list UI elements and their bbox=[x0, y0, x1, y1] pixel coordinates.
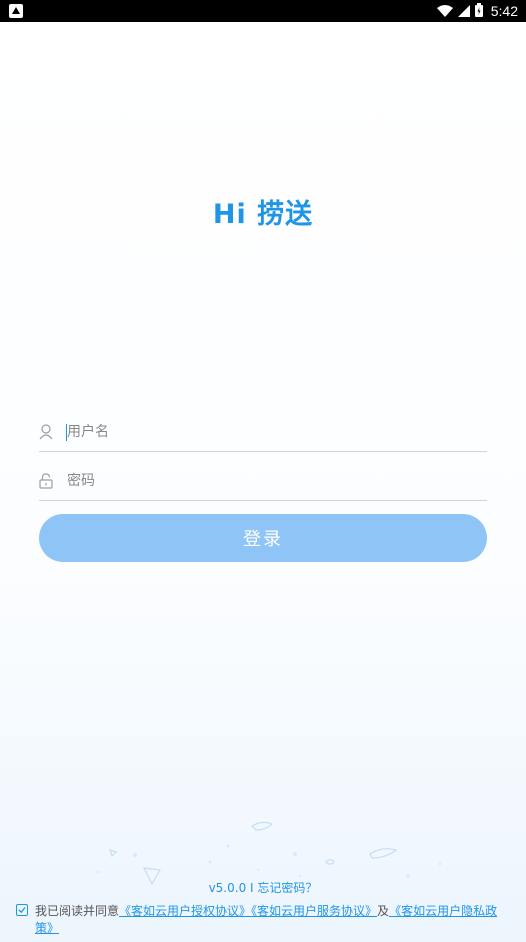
lock-icon bbox=[39, 473, 53, 489]
text-cursor bbox=[66, 424, 67, 441]
agreement-joiner: 及 bbox=[377, 904, 390, 918]
status-icons: 5:42 bbox=[436, 0, 518, 22]
status-bar: 5:42 bbox=[0, 0, 526, 22]
signal-icon bbox=[457, 2, 470, 21]
agreement-checkbox[interactable] bbox=[16, 904, 28, 916]
separator: I bbox=[250, 881, 254, 895]
version-label: v5.0.0 bbox=[208, 881, 247, 895]
checkmark-icon bbox=[18, 907, 26, 914]
password-input[interactable] bbox=[67, 468, 467, 494]
password-field[interactable] bbox=[39, 460, 487, 501]
agreement-text: 我已阅读并同意《客如云用户授权协议》《客如云用户服务协议》及《客如云用户隐私政策… bbox=[35, 903, 513, 937]
app-greeting: Hi 捞送 bbox=[212, 199, 314, 230]
auth-agreement-link[interactable]: 《客如云用户授权协议》 bbox=[119, 904, 251, 918]
agreement-prefix: 我已阅读并同意 bbox=[35, 904, 120, 918]
battery-icon bbox=[474, 2, 483, 21]
forgot-password-link[interactable]: 忘记密码？ bbox=[257, 881, 317, 895]
username-field[interactable] bbox=[39, 411, 487, 452]
user-icon bbox=[39, 424, 53, 440]
notification-icon bbox=[9, 4, 23, 18]
login-button[interactable]: 登录 bbox=[39, 514, 487, 562]
username-input[interactable] bbox=[67, 419, 467, 445]
wifi-icon bbox=[436, 2, 453, 21]
status-time: 5:42 bbox=[490, 3, 518, 19]
service-agreement-link[interactable]: 《客如云用户服务协议》 bbox=[251, 904, 377, 918]
footer-links: v5.0.0 I 忘记密码？ bbox=[0, 879, 526, 896]
